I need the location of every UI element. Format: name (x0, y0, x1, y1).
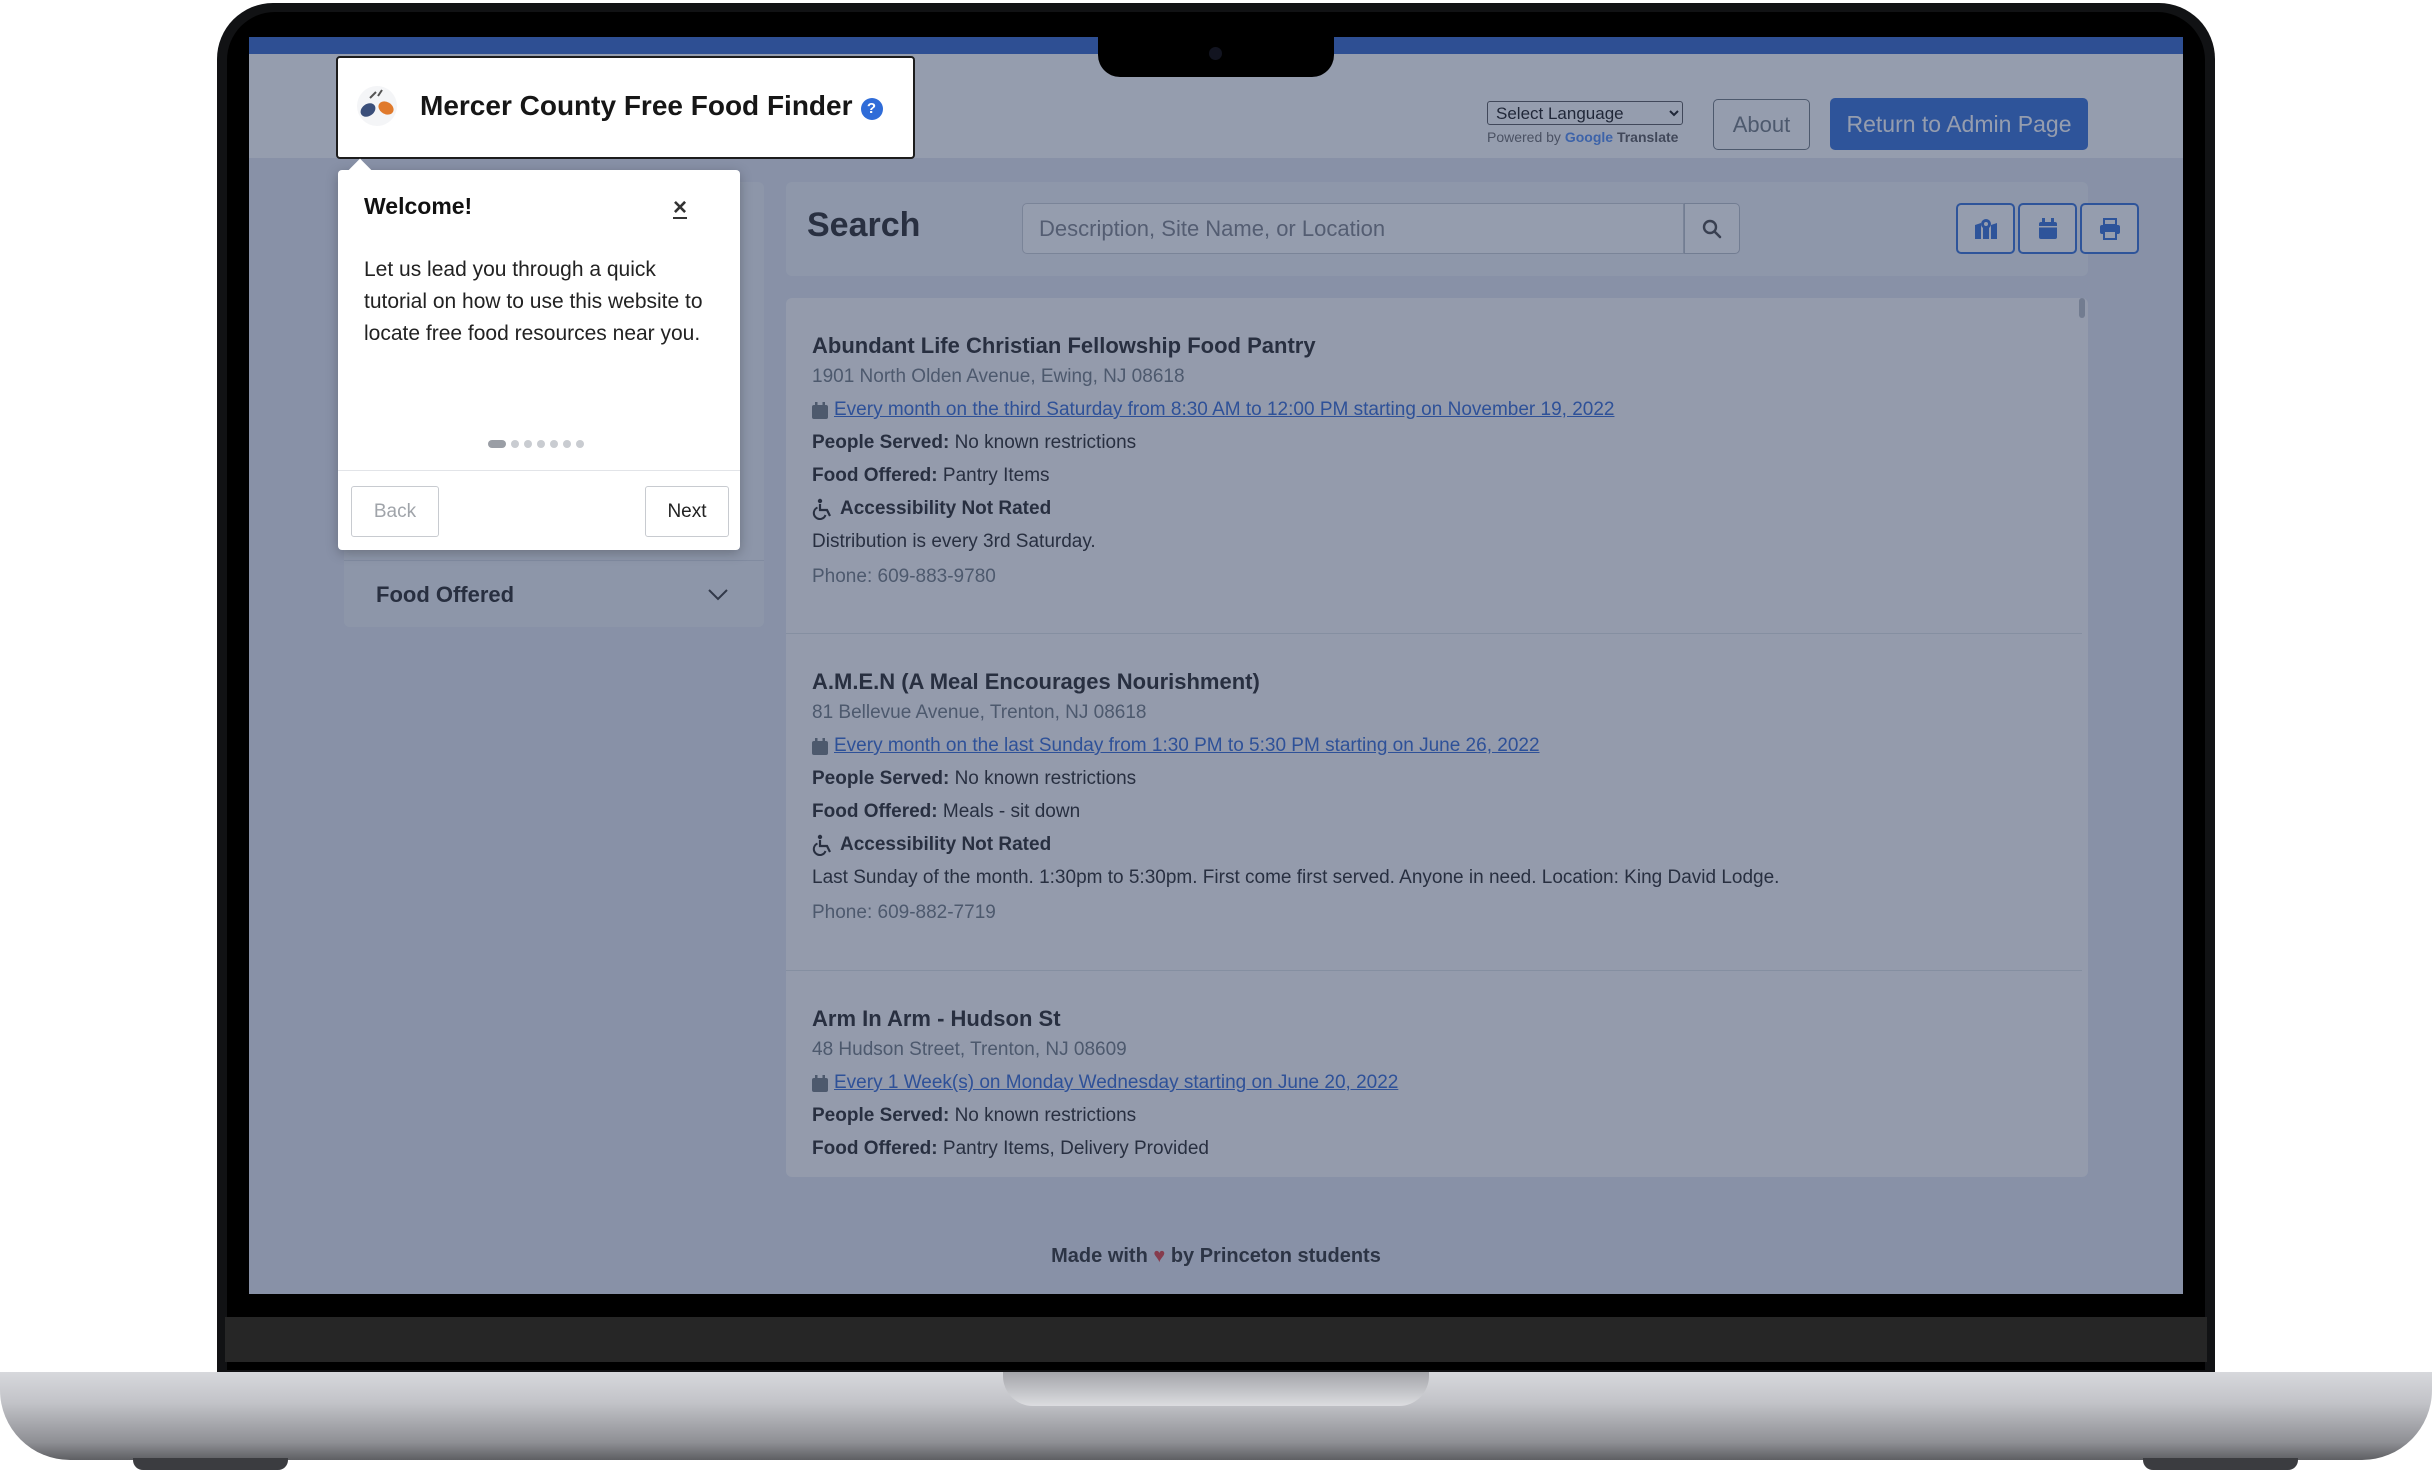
calendar-icon (2038, 217, 2057, 239)
tour-body: Let us lead you through a quick tutorial… (364, 258, 703, 345)
tour-step-dot[interactable] (524, 440, 532, 448)
list-item: Abundant Life Christian Fellowship Food … (786, 298, 2082, 634)
return-to-admin-button[interactable]: Return to Admin Page (1830, 98, 2088, 150)
about-button[interactable]: About (1713, 99, 1810, 150)
language-widget: Select Language Powered by Google Transl… (1487, 101, 1683, 145)
map-icon (1974, 218, 1997, 239)
search-button[interactable] (1684, 203, 1740, 254)
calendar-icon (812, 1074, 828, 1092)
screen-bottom-bezel (225, 1317, 2207, 1362)
laptop-foot-left (133, 1458, 288, 1470)
search-icon (1702, 219, 1722, 238)
google-logo: Google (1564, 129, 1614, 145)
tour-step-dot[interactable] (576, 440, 584, 448)
laptop-foot-right (2143, 1458, 2298, 1470)
search-input[interactable] (1022, 203, 1684, 254)
print-button[interactable] (2080, 203, 2139, 254)
tour-step-dot[interactable] (511, 440, 519, 448)
wheelchair-icon (812, 834, 831, 856)
tour-back-button[interactable]: Back (351, 486, 439, 537)
schedule: Every month on the third Saturday from 8… (812, 399, 2082, 421)
wheelchair-icon (812, 498, 831, 520)
schedule-link[interactable]: Every month on the third Saturday from 8… (834, 399, 1614, 421)
website: Select Language Powered by Google Transl… (249, 37, 2183, 1294)
map-view-button[interactable] (1956, 203, 2015, 254)
tour-progress-dots (488, 440, 584, 448)
calendar-view-button[interactable] (2018, 203, 2077, 254)
chevron-down-icon (708, 589, 728, 601)
accessibility: Accessibility Not Rated (812, 498, 2082, 520)
calendar-icon (812, 737, 828, 755)
food-offered: Food Offered: Pantry Items, Delivery Pro… (812, 1138, 1209, 1159)
search-title: Search (807, 206, 921, 244)
food-offered-label: Food Offered (376, 582, 515, 607)
food-offered: Food Offered: Pantry Items (812, 465, 1050, 486)
site-phone: Phone: 609-882-7719 (812, 902, 996, 923)
people-served: People Served: No known restrictions (812, 1105, 1137, 1126)
calendar-icon (812, 401, 828, 419)
screen: Select Language Powered by Google Transl… (249, 37, 2183, 1294)
food-offered-filter[interactable]: Food Offered (344, 560, 764, 627)
tour-step-dot[interactable] (537, 440, 545, 448)
laptop-base-notch (1003, 1372, 1429, 1406)
schedule: Every month on the last Sunday from 1:30… (812, 735, 2082, 757)
search-card: Search (786, 182, 2139, 276)
camera-icon (1209, 47, 1222, 60)
schedule-link[interactable]: Every 1 Week(s) on Monday Wednesday star… (834, 1072, 1398, 1094)
list-item: Arm In Arm - Hudson St 48 Hudson Street,… (786, 971, 2082, 1177)
people-served: People Served: No known restrictions (812, 432, 1137, 453)
schedule: Every 1 Week(s) on Monday Wednesday star… (812, 1072, 2082, 1094)
tour-step-dot[interactable] (563, 440, 571, 448)
site-phone: Phone: 609-883-9780 (812, 566, 996, 587)
food-offered: Food Offered: Meals - sit down (812, 801, 1081, 822)
site-description: Last Sunday of the month. 1:30pm to 5:30… (812, 867, 1780, 888)
site-name: A.M.E.N (A Meal Encourages Nourishment) (812, 669, 1260, 694)
language-select[interactable]: Select Language (1487, 101, 1683, 125)
site-title: Mercer County Free Food Finder? (420, 90, 883, 122)
camera-notch (1098, 37, 1334, 77)
tour-step-dot[interactable] (550, 440, 558, 448)
help-icon[interactable]: ? (860, 98, 883, 120)
close-icon[interactable]: × (673, 194, 687, 222)
people-served: People Served: No known restrictions (812, 768, 1137, 789)
tour-popover: Welcome! × Let us lead you through a qui… (338, 158, 740, 550)
popover-arrow (348, 158, 372, 182)
footer: Made with ♥ by Princeton students (1051, 1245, 1381, 1267)
popover-divider (338, 470, 740, 471)
logo-icon (357, 86, 397, 126)
brand-highlight[interactable]: Mercer County Free Food Finder? (336, 56, 915, 159)
site-address: 81 Bellevue Avenue, Trenton, NJ 08618 (812, 702, 1147, 723)
site-address: 48 Hudson Street, Trenton, NJ 08609 (812, 1039, 1127, 1060)
results-list[interactable]: Abundant Life Christian Fellowship Food … (786, 298, 2088, 1177)
site-description: Distribution is every 3rd Saturday. (812, 531, 1096, 552)
site-name: Arm In Arm - Hudson St (812, 1006, 1061, 1031)
site-name: Abundant Life Christian Fellowship Food … (812, 333, 1316, 358)
accessibility: Accessibility Not Rated (812, 834, 2082, 856)
site-address: 1901 North Olden Avenue, Ewing, NJ 08618 (812, 366, 1185, 387)
tour-step-dot[interactable] (488, 440, 506, 448)
heart-icon: ♥ (1153, 1245, 1166, 1267)
tour-next-button[interactable]: Next (645, 486, 729, 537)
print-icon (2099, 217, 2120, 240)
schedule-link[interactable]: Every month on the last Sunday from 1:30… (834, 735, 1540, 757)
list-item: A.M.E.N (A Meal Encourages Nourishment) … (786, 634, 2082, 971)
tour-title: Welcome! (364, 193, 473, 219)
powered-by-google: Powered by Google Translate (1487, 129, 1679, 145)
